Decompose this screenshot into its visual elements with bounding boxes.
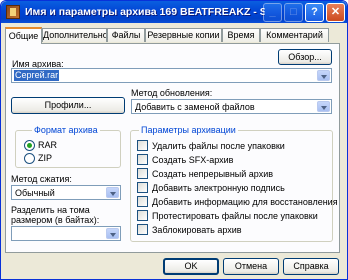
option-digital-signature[interactable]: Добавить электронную подпись [137, 182, 327, 194]
archive-format-group: Формат архива RAR ZIP [15, 125, 121, 168]
radio-zip[interactable] [24, 153, 35, 164]
radio-zip-label[interactable]: ZIP [38, 153, 52, 164]
checkbox-create-sfx[interactable] [137, 154, 148, 165]
compression-method-value: Обычный [15, 188, 55, 198]
checkbox-lock-archive[interactable] [137, 224, 148, 235]
tab-backup[interactable]: Резервные копии [145, 28, 222, 42]
checkbox-recovery-record[interactable] [137, 196, 148, 207]
tab-general[interactable]: Общие [5, 27, 42, 44]
split-volumes-label-line2: размером (в байтах): [11, 215, 100, 225]
update-method-label: Метод обновления: [131, 88, 213, 98]
option-label[interactable]: Протестировать файлы после упаковки [152, 210, 318, 222]
compression-method-select[interactable]: Обычный [11, 185, 121, 200]
option-label[interactable]: Создать SFX-архив [152, 154, 233, 166]
cancel-button[interactable]: Отмена [223, 258, 279, 275]
chevron-down-icon[interactable] [106, 187, 119, 198]
maximize-button[interactable]: □ [284, 3, 303, 22]
split-volumes-label-line1: Разделить на тома [11, 205, 90, 215]
checkbox-solid-archive[interactable] [137, 168, 148, 179]
option-label[interactable]: Добавить электронную подпись [152, 182, 285, 194]
checkbox-test-after-packing[interactable] [137, 210, 148, 221]
option-test-after-packing[interactable]: Протестировать файлы после упаковки [137, 210, 327, 222]
option-label[interactable]: Заблокировать архив [152, 224, 242, 236]
radio-rar-label[interactable]: RAR [38, 140, 57, 151]
radio-rar[interactable] [24, 140, 35, 151]
update-method-value: Добавить с заменой файлов [135, 102, 255, 112]
help-title-button[interactable]: ? [305, 3, 324, 22]
window-title: Имя и параметры архива 169 BEATFREAKZ - … [25, 6, 265, 18]
option-recovery-record[interactable]: Добавить информацию для восстановления [137, 196, 338, 208]
option-label[interactable]: Добавить информацию для восстановления [152, 196, 338, 208]
archive-format-title: Формат архива [32, 125, 100, 136]
general-tab-panel: Имя архива: Обзор... Сергей.rar Профили.… [5, 43, 340, 253]
tab-advanced[interactable]: Дополнительно [42, 28, 107, 42]
tab-comment[interactable]: Комментарий [260, 28, 329, 42]
tab-files[interactable]: Файлы [107, 28, 145, 42]
browse-button[interactable]: Обзор... [278, 49, 332, 65]
option-create-sfx[interactable]: Создать SFX-архив [137, 154, 327, 166]
option-label[interactable]: Создать непрерывный архив [152, 168, 273, 180]
close-button[interactable]: ✕ [326, 3, 345, 22]
compression-method-label: Метод сжатия: [11, 174, 72, 184]
chevron-down-icon[interactable] [317, 101, 330, 112]
option-label[interactable]: Удалить файлы после упаковки [152, 140, 285, 152]
option-solid-archive[interactable]: Создать непрерывный архив [137, 168, 327, 180]
title-bar[interactable]: Имя и параметры архива 169 BEATFREAKZ - … [1, 1, 347, 23]
option-lock-archive[interactable]: Заблокировать архив [137, 224, 327, 236]
minimize-button[interactable]: _ [263, 3, 282, 22]
tab-time[interactable]: Время [222, 28, 260, 42]
archive-name-value[interactable]: Сергей.rar [14, 70, 60, 81]
ok-button[interactable]: OK [163, 258, 219, 275]
chevron-down-icon[interactable] [317, 70, 330, 81]
profiles-button[interactable]: Профили... [11, 97, 125, 114]
chevron-down-icon[interactable] [106, 228, 119, 239]
archive-name-combobox[interactable]: Сергей.rar [11, 68, 332, 83]
checkbox-digital-signature[interactable] [137, 182, 148, 193]
archive-options-group: Параметры архивации Удалить файлы после … [130, 125, 338, 242]
winrar-app-icon [6, 5, 20, 19]
option-delete-after-packing[interactable]: Удалить файлы после упаковки [137, 140, 327, 152]
tab-strip: Общие Дополнительно Файлы Резервные копи… [5, 27, 345, 44]
checkbox-delete-after-packing[interactable] [137, 140, 148, 151]
split-volumes-combobox[interactable] [11, 226, 121, 241]
archive-options-title: Параметры архивации [139, 125, 238, 136]
archive-dialog-window: Имя и параметры архива 169 BEATFREAKZ - … [0, 0, 348, 280]
help-button[interactable]: Справка [283, 258, 339, 275]
update-method-select[interactable]: Добавить с заменой файлов [131, 99, 332, 114]
